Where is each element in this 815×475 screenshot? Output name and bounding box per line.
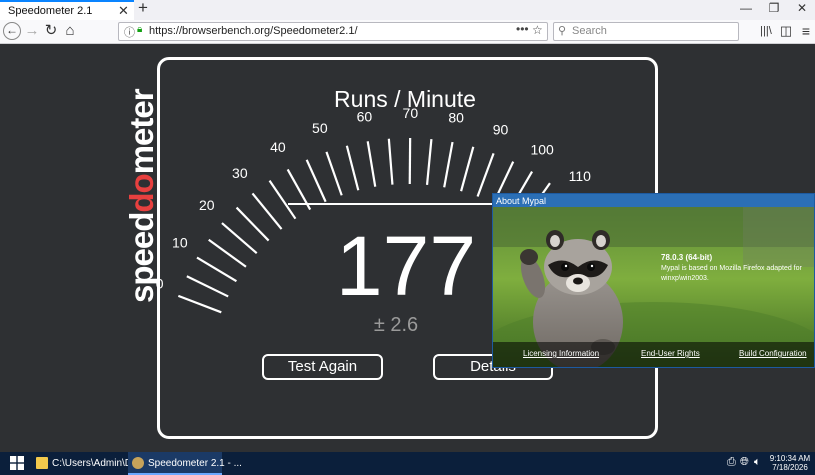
gauge-tick	[345, 145, 360, 191]
gauge-tick	[177, 294, 222, 314]
tab-speedometer[interactable]: Speedometer 2.1 ✕	[0, 0, 134, 20]
taskbar-speedometer[interactable]: Speedometer 2.1 - ...	[128, 452, 242, 475]
tab-strip: Speedometer 2.1 ✕ + — ❐ ✕	[0, 0, 815, 20]
close-window-icon[interactable]: ✕	[792, 1, 812, 15]
gauge-tick	[460, 146, 475, 192]
score-error: ± 2.6	[373, 314, 419, 336]
windows-start-icon[interactable]	[10, 456, 24, 470]
gauge-tick	[186, 275, 229, 298]
gauge-label: 110	[569, 168, 592, 184]
about-description: Mypal is based on Mozilla Firefox adapte…	[661, 265, 802, 282]
gauge-tick	[387, 138, 394, 185]
gauge-tick	[235, 206, 270, 242]
library-icon[interactable]: |||\	[756, 22, 776, 40]
gauge-label: 90	[493, 122, 509, 138]
sidebar-icon[interactable]: ◫	[776, 22, 796, 40]
clock-time: 9:10:34 AM	[769, 454, 811, 463]
search-bar[interactable]: ⚲ Search	[553, 22, 739, 41]
navigation-bar: ← → ↻ ⌂ ⓘ 🔒︎ https://browserbench.org/Sp…	[0, 20, 815, 44]
gauge-tick	[196, 256, 238, 283]
menu-icon[interactable]: ≡	[796, 22, 815, 40]
gauge-label: 0	[156, 276, 164, 292]
taskbar: C:\Users\Admin\D... Speedometer 2.1 - ..…	[0, 452, 815, 475]
gauge-tick	[443, 141, 454, 188]
gauge-tick	[221, 222, 258, 254]
gauge-tick	[325, 151, 343, 196]
site-info-icon[interactable]: ⓘ	[124, 24, 135, 40]
score-value: 177	[335, 219, 477, 313]
gauge-tick	[366, 141, 377, 187]
gauge-tick	[476, 152, 495, 197]
gauge-label: 30	[232, 165, 248, 181]
taskbar-explorer[interactable]: C:\Users\Admin\D...	[32, 452, 140, 475]
network-globe-icon[interactable]: 🌐︎	[740, 456, 749, 469]
gauge-tick	[305, 159, 327, 203]
gauge-label: 100	[530, 141, 554, 157]
gauge-tick	[208, 238, 247, 268]
about-version: 78.0.3 (64-bit)	[661, 253, 713, 262]
forward-icon[interactable]: →	[22, 22, 42, 40]
folder-icon	[36, 457, 48, 469]
lock-icon: 🔒︎	[137, 24, 143, 35]
tab-title: Speedometer 2.1	[8, 5, 93, 17]
gauge-label: 20	[199, 197, 215, 213]
about-title: About Mypal	[496, 196, 547, 206]
search-input[interactable]: Search	[572, 25, 607, 37]
clock-date: 7/18/2026	[772, 463, 808, 472]
search-icon: ⚲	[558, 25, 567, 37]
minimize-icon[interactable]: —	[736, 1, 756, 15]
about-body: 78.0.3 (64-bit) Mypal is based on Mozill…	[493, 207, 814, 367]
taskbar-speedometer-label: Speedometer 2.1 - ...	[148, 458, 242, 469]
tray-printer-icon[interactable]: ⎙	[727, 456, 736, 469]
gauge-tick	[425, 139, 433, 186]
maximize-icon[interactable]: ❐	[764, 1, 784, 15]
reload-icon[interactable]: ↻	[41, 22, 61, 40]
end-user-rights-link[interactable]: End-User Rights	[641, 349, 700, 358]
gauge-tick	[251, 192, 283, 230]
page-title: Runs / Minute	[334, 86, 476, 112]
url-text[interactable]: https://browserbench.org/Speedometer2.1/	[149, 25, 358, 37]
url-bar[interactable]: ⓘ 🔒︎ https://browserbench.org/Speedomete…	[118, 22, 548, 41]
taskbar-clock[interactable]: 9:10:34 AM 7/18/2026	[766, 454, 814, 472]
new-tab-icon[interactable]: +	[138, 0, 148, 18]
gauge-tick	[268, 180, 297, 220]
about-dialog: About Mypal 78.0.3 (64-bit) Mypal is bas…	[492, 193, 815, 368]
about-footer: Licensing Information End-User Rights Bu…	[493, 342, 814, 367]
build-configuration-link[interactable]: Build Configuration	[739, 349, 807, 358]
gauge-label: 40	[270, 139, 286, 155]
mypal-browser-icon	[132, 457, 144, 469]
test-again-button[interactable]: Test Again	[262, 354, 383, 380]
gauge-label: 10	[172, 234, 188, 250]
home-icon[interactable]: ⌂	[60, 22, 80, 40]
bookmark-star-icon[interactable]: ☆	[532, 23, 543, 37]
close-tab-icon[interactable]: ✕	[118, 3, 129, 19]
volume-icon[interactable]: 🔈︎	[754, 456, 761, 469]
gauge-label: 50	[312, 120, 328, 136]
back-icon[interactable]: ←	[3, 22, 21, 40]
page-actions-icon[interactable]: •••	[516, 22, 529, 36]
licensing-information-link[interactable]: Licensing Information	[523, 349, 599, 358]
